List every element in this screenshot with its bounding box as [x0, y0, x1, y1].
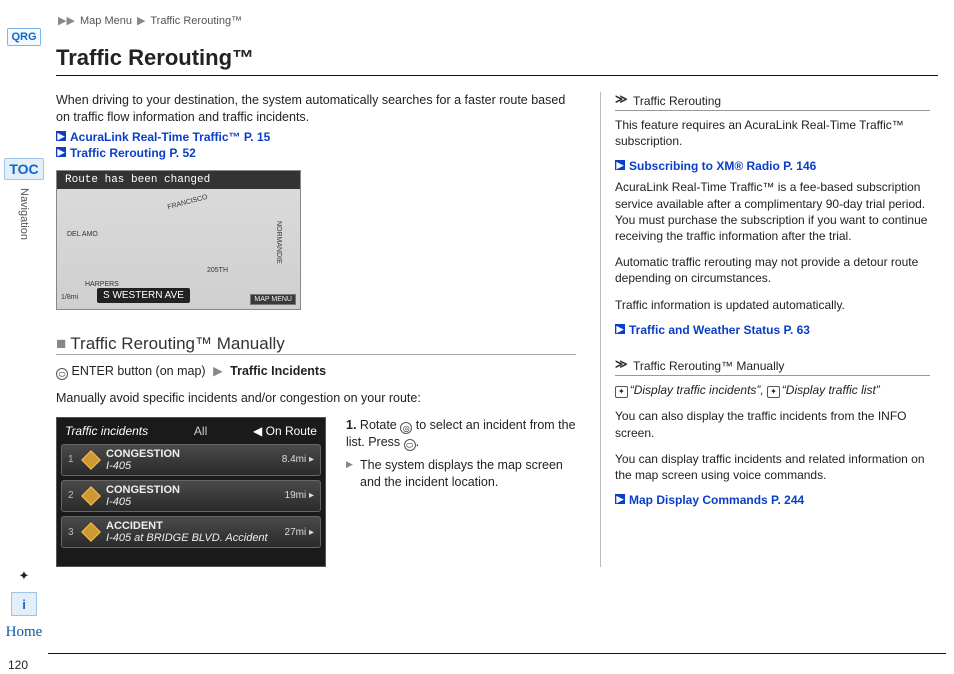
breadcrumb-seg[interactable]: Map Menu — [80, 15, 132, 27]
page-title: Traffic Rerouting™ — [56, 45, 938, 71]
ti-row-text: CONGESTIONI-405 — [106, 484, 277, 508]
qrg-tab[interactable]: QRG — [7, 28, 40, 46]
ti-row-distance: 27mi ▸ — [285, 527, 314, 538]
voice-icon[interactable]: ✦ — [11, 564, 37, 588]
ti-row-text: CONGESTIONI-405 — [106, 448, 274, 472]
ti-title: Traffic incidents — [65, 424, 148, 438]
map-label: FRANCISCO — [167, 194, 209, 211]
nav-section-label: Navigation — [18, 188, 30, 240]
action-dest: Traffic Incidents — [230, 364, 326, 378]
breadcrumb: ▶▶ Map Menu ▶ Traffic Rerouting™ — [48, 8, 946, 37]
voice-command-icon: ✦ — [615, 386, 628, 399]
step-list: 1. Rotate ◎ to select an incident from t… — [346, 417, 576, 567]
xref-traffic-weather[interactable]: Traffic and Weather Status P. 63 — [615, 323, 930, 337]
map-label: DEL AMO — [67, 231, 98, 238]
side-heading-rerouting: Traffic Rerouting — [615, 92, 930, 111]
sidebar-column: Traffic Rerouting This feature requires … — [600, 92, 938, 567]
manual-intro: Manually avoid specific incidents and/or… — [56, 390, 576, 407]
ti-tab-all: All — [194, 424, 207, 438]
page: ▶▶ Map Menu ▶ Traffic Rerouting™ Traffic… — [48, 8, 946, 668]
map-screenshot: Route has been changed DEL AMO HARPERS F… — [56, 170, 301, 310]
xref-realtime-traffic[interactable]: AcuraLink Real-Time Traffic™ P. 15 — [56, 130, 576, 144]
divider — [56, 75, 938, 76]
map-label: 205TH — [207, 267, 228, 274]
chevron-right-icon: ▶ — [137, 15, 145, 27]
page-number: 120 — [8, 658, 28, 672]
side-paragraph: You can also display the traffic inciden… — [615, 408, 930, 440]
left-rail: QRG TOC Navigation ✦ i Home — [0, 0, 48, 674]
ti-row-distance: 19mi ▸ — [285, 490, 314, 501]
xref-xm-radio[interactable]: Subscribing to XM® Radio P. 146 — [615, 159, 930, 173]
traffic-incidents-screenshot: Traffic incidents All ◀ On Route 1 CONGES… — [56, 417, 326, 567]
breadcrumb-seg: Traffic Rerouting™ — [150, 15, 242, 27]
xref-traffic-rerouting[interactable]: Traffic Rerouting P. 52 — [56, 146, 576, 160]
warning-diamond-icon — [81, 522, 101, 542]
warning-diamond-icon — [81, 486, 101, 506]
rotary-dial-icon: ◎ — [400, 422, 412, 434]
enter-button-icon: ⬭ — [56, 368, 68, 380]
side-paragraph: Automatic traffic rerouting may not prov… — [615, 254, 930, 286]
map-current-street: S WESTERN AVE — [97, 288, 190, 303]
chevron-right-icon: ▶ — [213, 364, 223, 378]
info-icon[interactable]: i — [11, 592, 37, 616]
ti-row-num: 2 — [68, 490, 76, 501]
map-menu-button: MAP MENU — [250, 294, 296, 305]
action-path: ⬭ ENTER button (on map) ▶ Traffic Incide… — [56, 363, 576, 380]
voice-command-icon: ✦ — [767, 386, 780, 399]
side-paragraph: Traffic information is updated automatic… — [615, 297, 930, 313]
warning-diamond-icon — [81, 450, 101, 470]
chevron-right-icon: ▶▶ — [58, 15, 75, 27]
ti-row: 1 CONGESTIONI-405 8.4mi ▸ — [61, 444, 321, 476]
side-heading-manual: Traffic Rerouting™ Manually — [615, 357, 930, 376]
main-column: When driving to your destination, the sy… — [56, 92, 576, 567]
map-label: HARPERS — [85, 281, 119, 288]
step-1-result: The system displays the map screen and t… — [346, 457, 576, 491]
action-pre: ENTER button (on map) — [71, 364, 205, 378]
ti-row: 3 ACCIDENTI-405 at BRIDGE BLVD. Accident 2… — [61, 516, 321, 548]
ti-tab-onroute: ◀ On Route — [253, 424, 317, 438]
map-label: NORMANDIE — [275, 221, 282, 264]
home-icon[interactable]: Home — [11, 620, 37, 644]
map-scale: 1/8mi — [61, 294, 78, 301]
ti-row-distance: 8.4mi ▸ — [282, 454, 314, 465]
ti-row-num: 3 — [68, 527, 76, 538]
side-paragraph: AcuraLink Real-Time Traffic™ is a fee-ba… — [615, 179, 930, 244]
subheading-manual: ■Traffic Rerouting™ Manually — [56, 334, 576, 355]
map-banner: Route has been changed — [57, 171, 300, 189]
press-button-icon: ⬭ — [404, 439, 416, 451]
ti-row: 2 CONGESTIONI-405 19mi ▸ — [61, 480, 321, 512]
step-1: 1. Rotate ◎ to select an incident from t… — [346, 417, 576, 451]
toc-tab[interactable]: TOC — [4, 158, 43, 180]
voice-commands: ✦“Display traffic incidents”, ✦“Display … — [615, 382, 930, 399]
intro-paragraph: When driving to your destination, the sy… — [56, 92, 576, 126]
side-paragraph: You can display traffic incidents and re… — [615, 451, 930, 483]
xref-map-commands[interactable]: Map Display Commands P. 244 — [615, 493, 930, 507]
ti-row-text: ACCIDENTI-405 at BRIDGE BLVD. Accident — [106, 520, 277, 544]
ti-row-num: 1 — [68, 454, 76, 465]
footer-divider — [48, 653, 946, 654]
side-paragraph: This feature requires an AcuraLink Real-… — [615, 117, 930, 149]
